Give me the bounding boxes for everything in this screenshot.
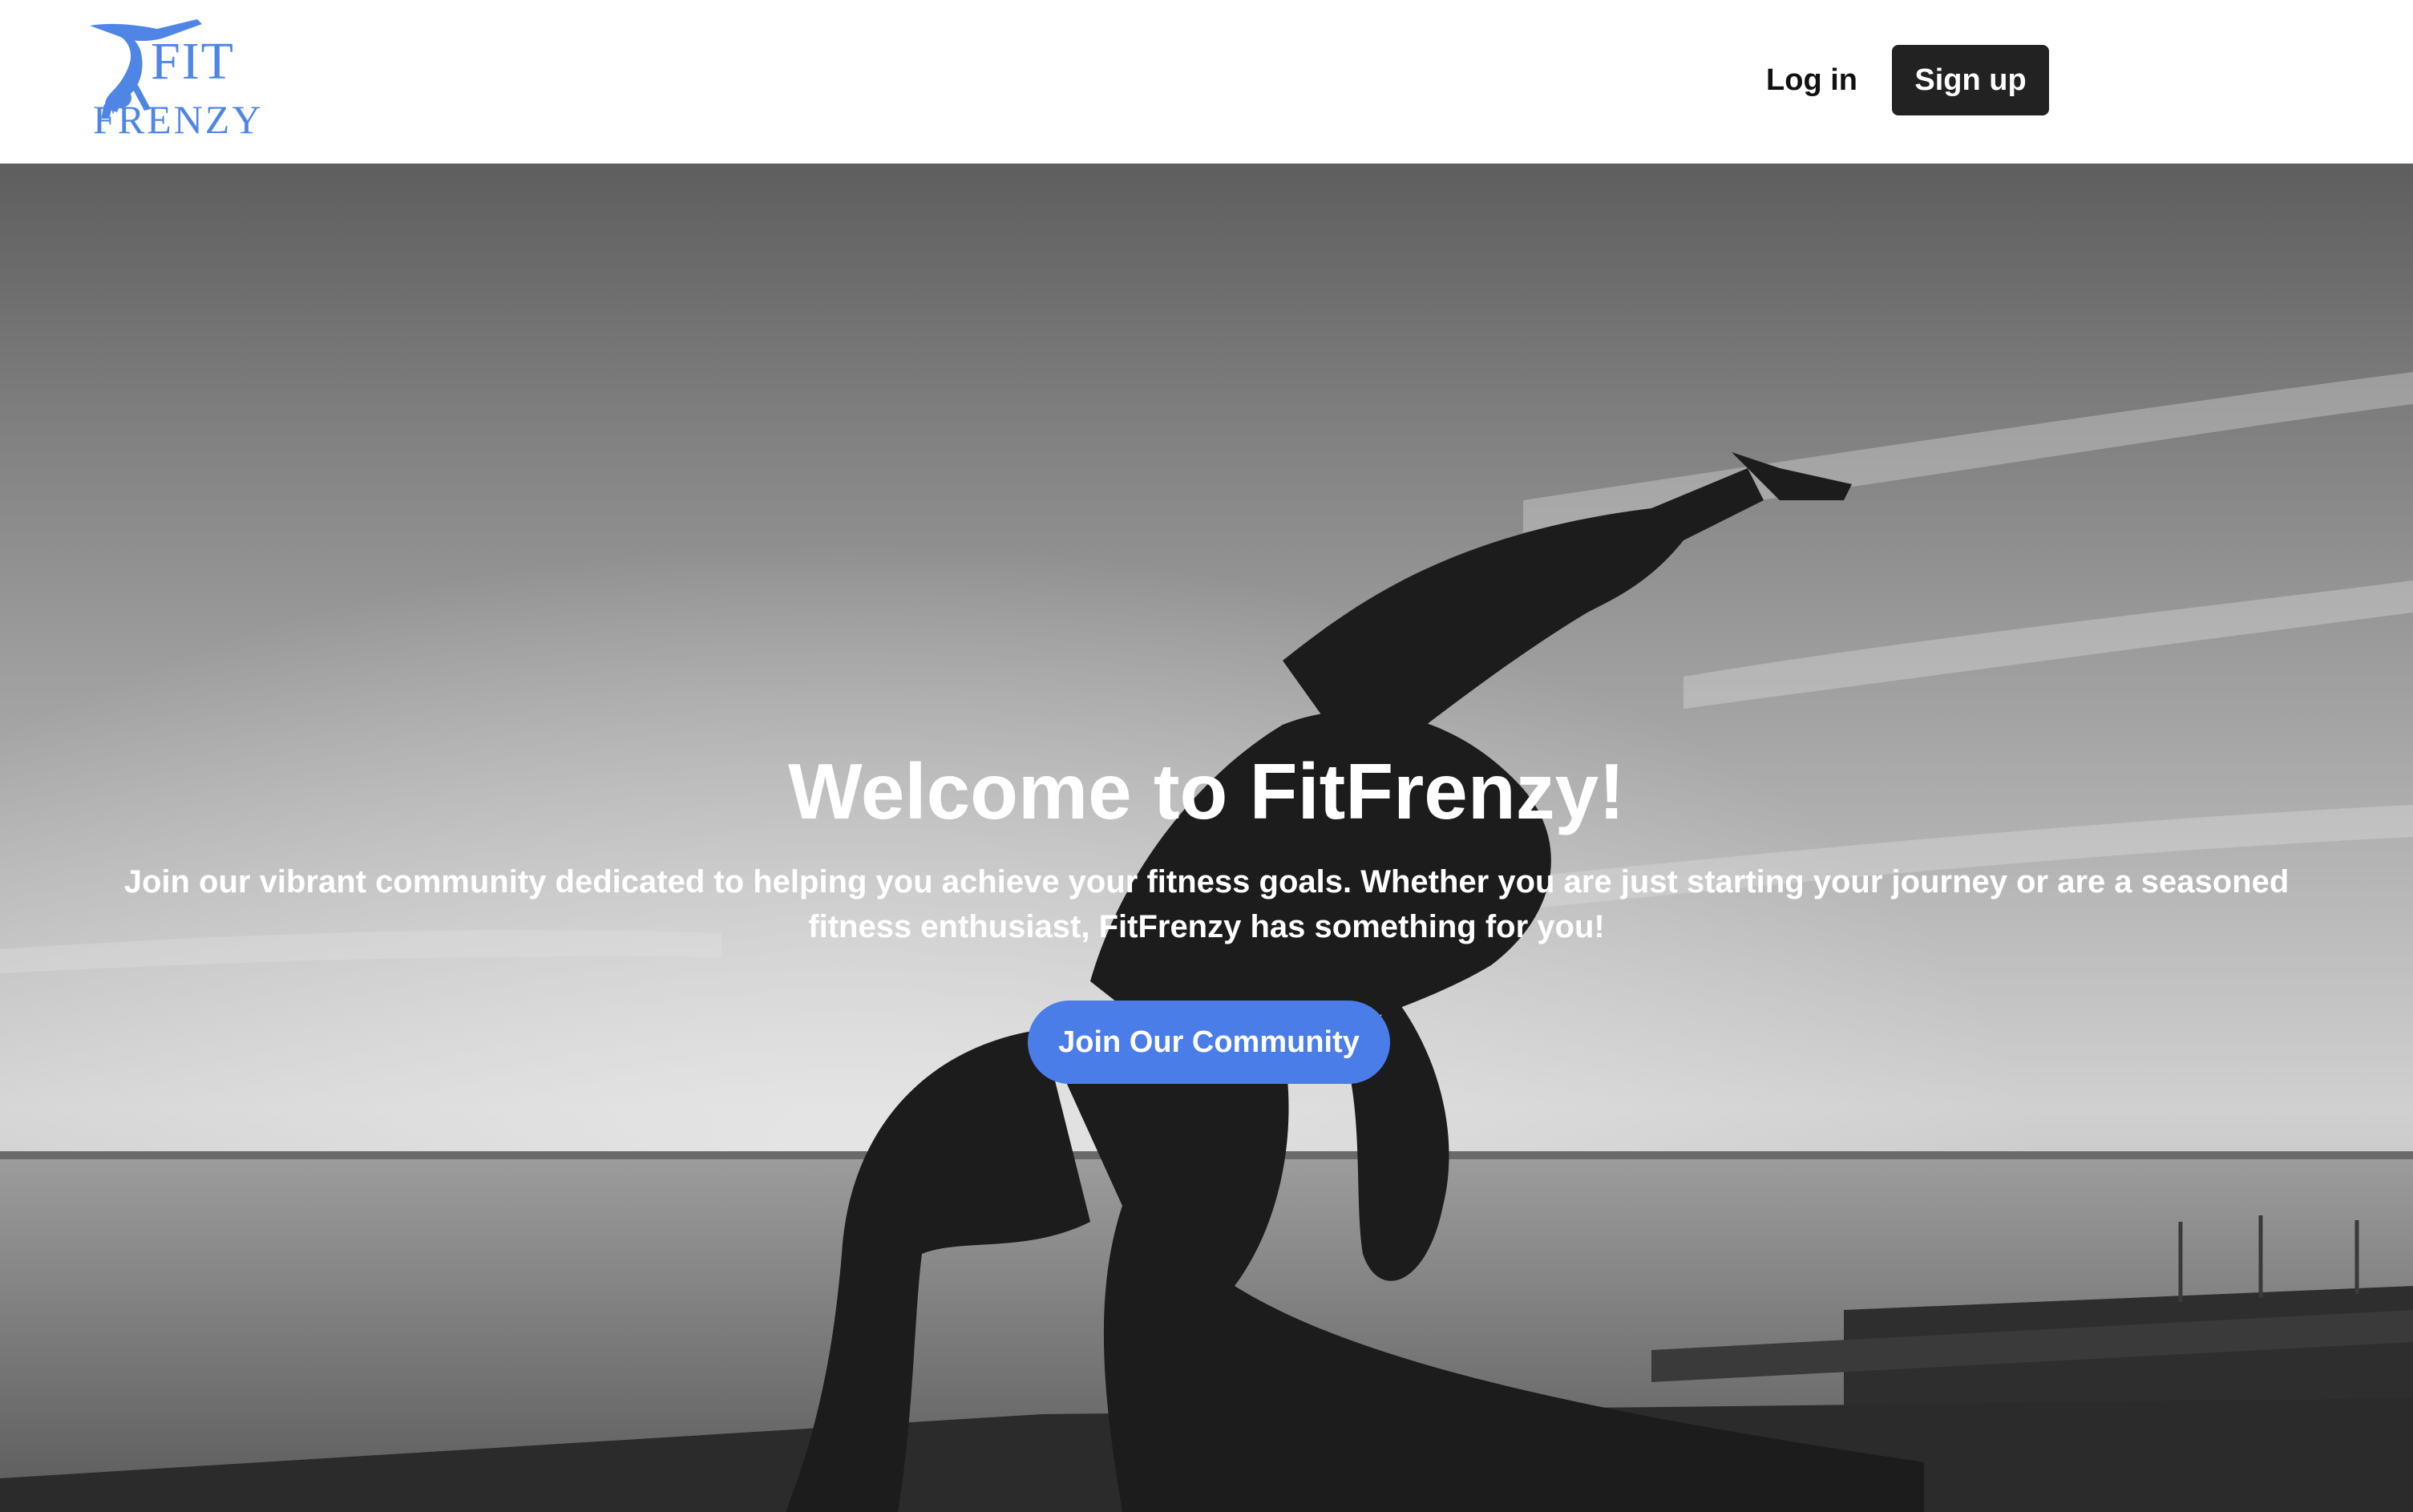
fitfrenzy-logo[interactable]: FIT FRENZY bbox=[85, 14, 269, 143]
signup-button[interactable]: Sign up bbox=[1892, 45, 2049, 115]
logo-text-fit: FIT bbox=[151, 32, 235, 91]
hero-title: Welcome to FitFrenzy! bbox=[788, 747, 1625, 835]
hero-section: Welcome to FitFrenzy! Join our vibrant c… bbox=[0, 164, 2413, 1512]
login-button[interactable]: Log in bbox=[1748, 45, 1876, 115]
hero-background-image bbox=[0, 164, 2413, 1512]
join-community-button[interactable]: Join Our Community bbox=[1028, 1001, 1390, 1084]
site-header: FIT FRENZY Log in Sign up bbox=[0, 0, 2413, 164]
hero-description: Join our vibrant community dedicated to … bbox=[123, 864, 2290, 944]
logo-text-frenzy: FRENZY bbox=[93, 97, 264, 142]
